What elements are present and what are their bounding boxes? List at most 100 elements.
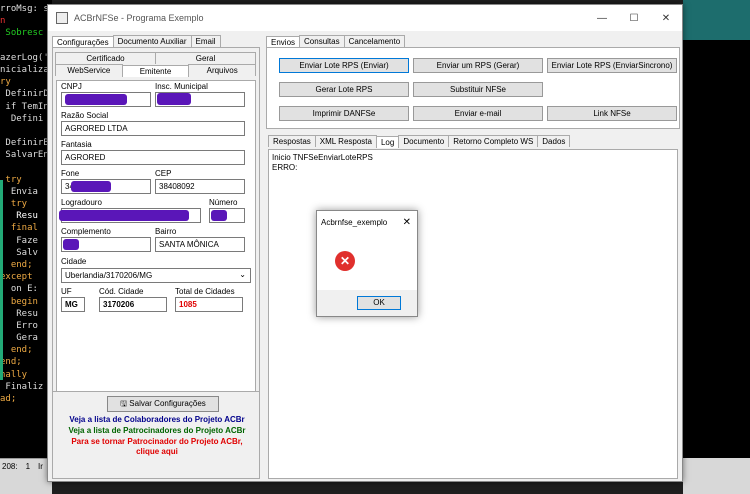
patrocinadores-link[interactable]: Veja a lista de Patrocinadores do Projet… bbox=[55, 426, 259, 435]
substituir-nfse-button[interactable]: Substituir NFSe bbox=[413, 82, 543, 97]
redaction-mark bbox=[157, 93, 191, 105]
config-body: Certificado Geral WebService Emitente Ar… bbox=[52, 47, 260, 430]
uf-field[interactable]: MG bbox=[61, 297, 85, 312]
operation-tabs: Envios Consultas Cancelamento bbox=[266, 33, 680, 48]
patrocinador-link-line2[interactable]: clique aqui bbox=[55, 447, 259, 456]
cnpj-label: CNPJ bbox=[61, 82, 82, 91]
code-line: if TemIn bbox=[0, 101, 49, 112]
tab-respostas[interactable]: Respostas bbox=[268, 135, 316, 147]
tab-consultas[interactable]: Consultas bbox=[299, 35, 345, 47]
result-tabs: Respostas XML Resposta Log Documento Ret… bbox=[268, 135, 571, 148]
minimize-button[interactable]: — bbox=[586, 13, 618, 24]
code-line: Faze bbox=[0, 235, 38, 246]
status-line: 208: bbox=[2, 462, 18, 471]
dialog-title: Acbrnfse_exemplo bbox=[321, 217, 388, 227]
tab-email[interactable]: Email bbox=[190, 35, 221, 47]
config-footer: 🖫 Salvar Configurações Veja a lista de C… bbox=[52, 391, 260, 479]
razao-social-label: Razão Social bbox=[61, 111, 109, 120]
dialog-close-button[interactable]: ✕ bbox=[403, 217, 411, 228]
config-pane: Configurações Documento Auxiliar Email C… bbox=[52, 33, 260, 479]
complemento-label: Complemento bbox=[61, 227, 111, 236]
code-line: end; bbox=[0, 345, 33, 356]
log-line: ERRO: bbox=[272, 163, 298, 172]
code-line: Resu bbox=[0, 211, 38, 222]
tab-log[interactable]: Log bbox=[375, 136, 400, 148]
redaction-mark bbox=[63, 239, 79, 250]
bairro-field[interactable]: SANTA MÔNICA bbox=[155, 237, 245, 252]
code-line: except bbox=[0, 272, 33, 283]
code-line: Resu bbox=[0, 308, 38, 319]
cep-field[interactable]: 38408092 bbox=[155, 179, 245, 194]
enviar-um-rps-button[interactable]: Enviar um RPS (Gerar) bbox=[413, 58, 543, 73]
enviar-email-button[interactable]: Enviar e-mail bbox=[413, 106, 543, 121]
tab-emitente[interactable]: Emitente bbox=[121, 65, 190, 77]
dialog-footer: OK bbox=[317, 290, 417, 316]
tab-arquivos[interactable]: Arquivos bbox=[188, 64, 257, 76]
config-tabs: Configurações Documento Auxiliar Email bbox=[52, 33, 260, 48]
cidade-select[interactable]: Uberlandia/3170206/MG ⌄ bbox=[61, 268, 251, 283]
numero-label: Número bbox=[209, 198, 238, 207]
code-block-marker bbox=[0, 180, 3, 380]
save-config-label: Salvar Configurações bbox=[129, 399, 206, 408]
tab-cancelamento[interactable]: Cancelamento bbox=[343, 35, 406, 47]
ok-button[interactable]: OK bbox=[357, 296, 401, 310]
envios-panel: Enviar Lote RPS (Enviar) Enviar um RPS (… bbox=[266, 47, 680, 129]
code-line: try bbox=[0, 199, 28, 209]
chevron-down-icon: ⌄ bbox=[239, 270, 246, 279]
tab-webservice[interactable]: WebService bbox=[55, 64, 123, 76]
error-dialog: Acbrnfse_exemplo ✕ ✕ OK bbox=[316, 210, 418, 317]
code-line: ad; bbox=[0, 394, 17, 404]
cod-cidade-field[interactable]: 3170206 bbox=[99, 297, 167, 312]
enviar-sincrono-button[interactable]: Enviar Lote RPS (EnviarSincrono) bbox=[547, 58, 677, 73]
patrocinador-link-line1[interactable]: Para se tornar Patrocinador do Projeto A… bbox=[55, 437, 259, 446]
redaction-mark bbox=[59, 210, 189, 221]
tab-documento[interactable]: Documento bbox=[398, 135, 450, 147]
cidade-label: Cidade bbox=[61, 257, 87, 266]
razao-social-field[interactable]: AGRORED LTDA bbox=[61, 121, 245, 136]
enviar-lote-button[interactable]: Enviar Lote RPS (Enviar) bbox=[279, 58, 409, 73]
save-icon: 🖫 bbox=[120, 399, 130, 408]
close-button[interactable]: ✕ bbox=[650, 13, 682, 24]
title-bar: ACBrNFSe - Programa Exemplo — ☐ ✕ bbox=[48, 5, 682, 31]
log-line: Inicio TNFSeEnviarLoteRPS bbox=[272, 153, 373, 162]
bairro-label: Bairro bbox=[155, 227, 177, 236]
tab-geral[interactable]: Geral bbox=[155, 52, 256, 64]
code-line: final bbox=[0, 223, 38, 234]
imprimir-danfse-button[interactable]: Imprimir DANFSe bbox=[279, 106, 409, 121]
tab-xml-resposta[interactable]: XML Resposta bbox=[314, 135, 377, 147]
fantasia-field[interactable]: AGRORED bbox=[61, 150, 245, 165]
code-line: DefinirD bbox=[0, 89, 49, 100]
tab-retorno-completo-ws[interactable]: Retorno Completo WS bbox=[448, 135, 539, 147]
code-line: SalvarEn bbox=[0, 150, 49, 161]
save-config-button[interactable]: 🖫 Salvar Configurações bbox=[107, 396, 219, 412]
code-line: end; bbox=[0, 357, 22, 368]
code-line: ry bbox=[0, 77, 11, 88]
code-line: begin bbox=[0, 296, 38, 307]
code-line: on E: bbox=[0, 284, 38, 295]
colaboradores-link[interactable]: Veja a lista de Colaboradores do Projeto… bbox=[55, 415, 259, 424]
code-line: rroMsg: s bbox=[0, 4, 49, 14]
editor-status-bar: 208: 1 Ir bbox=[0, 458, 52, 494]
maximize-button[interactable]: ☐ bbox=[618, 13, 650, 24]
error-icon: ✕ bbox=[335, 251, 355, 271]
code-line: Envia bbox=[0, 186, 38, 197]
code-line: Gera bbox=[0, 333, 38, 344]
cep-label: CEP bbox=[155, 169, 172, 178]
config-subtabs: Certificado Geral WebService Emitente Ar… bbox=[55, 52, 257, 77]
status-col: 1 bbox=[25, 462, 31, 471]
total-cidades-label: Total de Cidades bbox=[175, 287, 235, 296]
tab-documento-auxiliar[interactable]: Documento Auxiliar bbox=[112, 35, 192, 47]
logradouro-label: Logradouro bbox=[61, 198, 102, 207]
background-window-strip bbox=[683, 0, 750, 494]
redaction-mark bbox=[65, 94, 127, 105]
code-line: Erro bbox=[0, 320, 38, 331]
tab-dados[interactable]: Dados bbox=[537, 135, 571, 147]
tab-certificado[interactable]: Certificado bbox=[55, 52, 156, 64]
code-line: try bbox=[0, 174, 22, 185]
fantasia-label: Fantasia bbox=[61, 140, 92, 149]
cidade-value: Uberlandia/3170206/MG bbox=[65, 271, 153, 280]
gerar-lote-button[interactable]: Gerar Lote RPS bbox=[279, 82, 409, 97]
link-nfse-button[interactable]: Link NFSe bbox=[547, 106, 677, 121]
app-icon bbox=[56, 12, 68, 24]
